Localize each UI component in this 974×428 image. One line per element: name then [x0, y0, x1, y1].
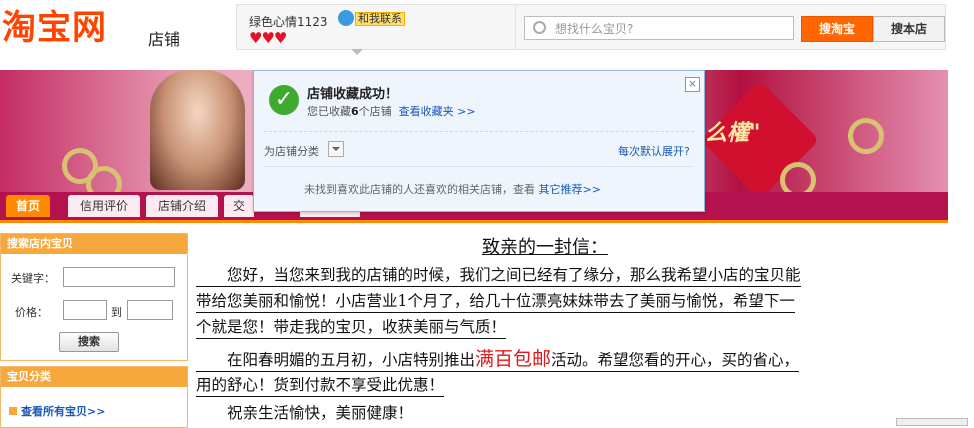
search-button[interactable]: 搜索 — [59, 332, 119, 352]
seller-rating-hearts: ♥♥♥ — [249, 29, 287, 47]
horizontal-scrollbar[interactable] — [896, 418, 968, 426]
divider — [264, 131, 694, 132]
letter-line: 个就是您！带走我的宝贝，收获美丽与气质！ — [196, 316, 507, 339]
letter-line: 用的舒心！货到付款不享受此优惠！ — [196, 374, 445, 397]
panel-title: 宝贝分类 — [1, 367, 187, 387]
popup-summary-post: 个店铺 — [358, 105, 392, 118]
store-search-panel: 搜索店内宝贝 关键字： 价格： 到 搜索 — [0, 233, 188, 361]
letter-text: 活动。希望您看的开心，买的省心， — [551, 351, 800, 369]
view-all-items-link[interactable]: 查看所有宝贝>> — [9, 403, 105, 419]
other-recommend-link[interactable]: 其它推荐>> — [539, 183, 601, 196]
price-max-input[interactable] — [127, 300, 173, 320]
bullet-icon — [9, 407, 17, 415]
search-store-button[interactable]: 搜本店 — [873, 16, 945, 42]
letter-line: 带给您美丽和愉悦！小店营业1个月了，给几十位漂亮妹妹带去了美丽与愉悦，希望下一 — [196, 290, 795, 313]
tab-store-intro[interactable]: 店铺介绍 — [146, 195, 218, 217]
price-min-input[interactable] — [63, 300, 107, 320]
logo-subtitle: 店铺 — [148, 30, 181, 49]
favorite-success-popup: ✓ 店铺收藏成功！ 您已收藏6个店铺 查看收藏夹 >> × 为店铺分类 每次默认… — [253, 70, 705, 212]
keyword-input[interactable] — [63, 267, 175, 287]
to-label: 到 — [111, 306, 122, 319]
wangwang-icon[interactable] — [338, 10, 354, 26]
category-label: 为店铺分类 — [264, 145, 319, 158]
promo-highlight: 满百包邮 — [475, 348, 552, 370]
search-bar: 想找什么宝贝? 搜淘宝 搜本店 — [515, 4, 946, 50]
expand-default-link[interactable]: 每次默认展开? — [618, 143, 690, 159]
search-input[interactable]: 想找什么宝贝? — [524, 16, 794, 40]
panel-title: 搜索店内宝贝 — [1, 234, 187, 254]
tab-home[interactable]: 首页 — [6, 195, 50, 217]
letter-line: 在阳春明媚的五月初，小店特别推出满百包邮活动。希望您看的开心，买的省心， — [196, 348, 800, 372]
caret-down-icon — [351, 49, 363, 55]
popup-recommend-text: 未找到喜欢此店铺的人还喜欢的相关店铺，查看 其它推荐>> — [304, 181, 601, 197]
tab-partial[interactable]: 交 — [224, 195, 254, 217]
view-favorites-link[interactable]: 查看收藏夹 >> — [399, 105, 476, 118]
divider — [264, 166, 694, 167]
taobao-logo[interactable]: 淘宝网 — [2, 8, 107, 48]
check-icon: ✓ — [269, 85, 299, 115]
popup-summary-pre: 您已收藏 — [307, 105, 351, 118]
popup-summary: 您已收藏6个店铺 查看收藏夹 >> — [307, 103, 476, 119]
contact-button[interactable]: 和我联系 — [355, 12, 405, 26]
price-label: 价格： — [15, 306, 48, 319]
view-all-items-label: 查看所有宝贝>> — [21, 405, 106, 418]
seller-name[interactable]: 绿色心情1123 — [249, 13, 328, 30]
seller-info: 绿色心情1123 和我联系 ♥♥♥ — [236, 4, 516, 55]
tab-credit-rating[interactable]: 信用评价 — [68, 195, 140, 217]
category-dropdown[interactable] — [328, 141, 344, 157]
letter-line: 祝亲生活愉快，美丽健康！ — [196, 404, 414, 422]
letter-title: 致亲的一封信： — [482, 237, 608, 258]
close-icon[interactable]: × — [685, 77, 700, 92]
category-panel: 宝贝分类 查看所有宝贝>> — [0, 366, 188, 428]
banner-word: 么權" — [705, 121, 761, 146]
ring-decoration — [848, 118, 884, 154]
recommend-text: 未找到喜欢此店铺的人还喜欢的相关店铺，查看 — [304, 183, 535, 196]
keyword-label: 关键字： — [11, 272, 55, 285]
search-placeholder: 想找什么宝贝? — [555, 22, 634, 36]
search-taobao-button[interactable]: 搜淘宝 — [801, 16, 873, 42]
favorite-count: 6 — [351, 105, 359, 118]
letter-line: 您好，当您来到我的店铺的时候，我们之间已经有了缘分，那么我希望小店的宝贝能 — [196, 264, 801, 287]
search-icon — [533, 21, 546, 34]
letter-text: 在阳春明媚的五月初，小店特别推出 — [196, 351, 476, 369]
popup-title: 店铺收藏成功！ — [307, 87, 399, 102]
banner-model-image — [150, 70, 245, 190]
